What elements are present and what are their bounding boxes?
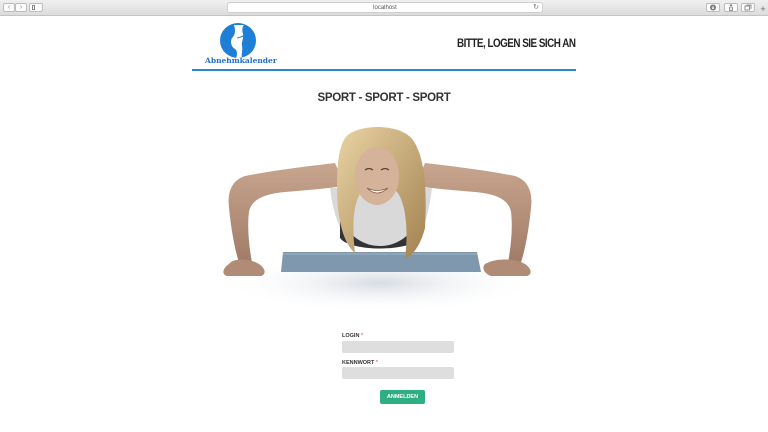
sidebar-toggle-button[interactable] (29, 3, 43, 12)
exercise-mat (281, 252, 481, 272)
tabs-overview-button[interactable] (741, 3, 755, 12)
forward-button[interactable]: › (15, 3, 27, 12)
login-label: LOGIN * (342, 333, 364, 339)
sidebar-icon (32, 5, 35, 10)
share-icon (729, 4, 733, 11)
hero-image (220, 127, 540, 313)
silhouette-icon (231, 25, 245, 58)
download-icon (710, 4, 716, 11)
login-input[interactable] (342, 341, 454, 353)
address-bar[interactable]: localhost ↻ (227, 2, 543, 13)
login-submit-button[interactable]: ANMELDEN (380, 390, 425, 404)
logo-emblem (220, 23, 256, 58)
password-label: KENNWORT * (342, 360, 379, 366)
face (355, 147, 399, 205)
share-button[interactable] (724, 3, 738, 12)
page-header-title: BITTE, LOGEN SIE SICH AN (457, 36, 576, 50)
url-text: localhost (373, 5, 397, 11)
tabs-icon (744, 4, 752, 11)
browser-toolbar: ‹ › localhost ↻ + (0, 0, 768, 16)
reload-icon[interactable]: ↻ (533, 3, 539, 13)
left-hand (223, 259, 265, 276)
downloads-button[interactable] (706, 3, 720, 12)
new-tab-button[interactable]: + (758, 5, 768, 15)
right-hand (483, 259, 531, 276)
required-marker: * (360, 333, 364, 339)
chevron-left-icon: ‹ (7, 4, 11, 11)
back-button[interactable]: ‹ (3, 3, 15, 12)
plus-icon: + (760, 4, 766, 14)
page-title: SPORT - SPORT - SPORT (317, 92, 451, 104)
password-input[interactable] (342, 367, 454, 379)
required-marker: * (375, 360, 379, 366)
chevron-right-icon: › (19, 4, 23, 11)
header-divider (192, 69, 576, 71)
site-logo[interactable]: Abnehmkalender (205, 22, 277, 68)
logo-text: Abnehmkalender (205, 56, 277, 65)
